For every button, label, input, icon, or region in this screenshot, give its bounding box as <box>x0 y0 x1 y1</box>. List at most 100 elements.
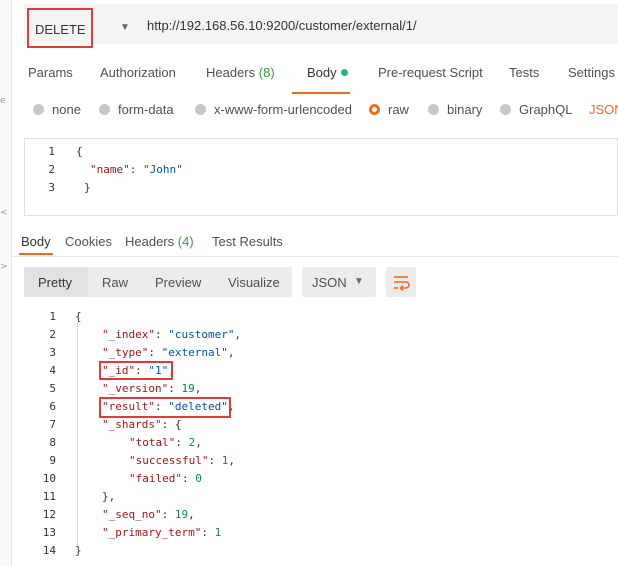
request-body-editor[interactable]: 1 2 3 { "name": "John" } <box>24 138 618 216</box>
json-number: 19 <box>174 508 189 521</box>
tab-authorization[interactable]: Authorization <box>100 65 176 80</box>
tab-response-headers[interactable]: Headers (4) <box>125 234 194 249</box>
line-number: 7 <box>49 418 56 431</box>
code-line: "_seq_no": 19, <box>102 508 195 521</box>
json-key: "_version" <box>102 382 169 395</box>
json-key: "failed" <box>129 472 182 485</box>
json-key: "_seq_no" <box>102 508 162 521</box>
active-response-tab-indicator <box>19 253 53 255</box>
url-input[interactable]: http://192.168.56.10:9200/customer/exter… <box>147 18 417 33</box>
tab-tests[interactable]: Tests <box>509 65 539 80</box>
json-key: "_index" <box>102 328 155 341</box>
radio-circle-icon <box>500 104 511 115</box>
response-body-viewer[interactable]: 1 2 3 4 5 6 7 8 9 10 11 12 13 14 { "_ind… <box>12 306 618 566</box>
json-key: "total" <box>129 436 176 449</box>
radio-urlencoded-label: x-www-form-urlencoded <box>214 102 352 117</box>
radio-raw[interactable]: raw <box>369 102 409 117</box>
line-number: 3 <box>48 181 55 194</box>
wrap-lines-icon <box>394 276 410 292</box>
format-label: JSON <box>312 275 347 290</box>
wrap-lines-button[interactable] <box>386 267 416 297</box>
code-line: "_shards": { <box>102 418 182 431</box>
radio-binary-label: binary <box>447 102 483 117</box>
view-mode-group: Pretty Raw Preview Visualize <box>24 267 292 297</box>
radio-urlencoded[interactable]: x-www-form-urlencoded <box>195 102 352 117</box>
code-line: "name": "John" <box>90 163 183 176</box>
id-highlight-box <box>99 361 173 380</box>
radio-circle-icon <box>428 104 439 115</box>
line-number: 5 <box>49 382 56 395</box>
tab-response-headers-label: Headers <box>125 234 175 249</box>
code-line: "_index": "customer", <box>102 328 242 341</box>
json-number: 1 <box>221 454 229 467</box>
sidebar-edge-mark: e <box>0 96 6 106</box>
active-tab-indicator <box>292 92 350 94</box>
tab-prerequest-script[interactable]: Pre-request Script <box>378 65 483 80</box>
code-brace: { <box>174 418 182 431</box>
code-line: "_version": 19, <box>102 382 202 395</box>
radio-selected-icon <box>369 104 380 115</box>
code-brace: }, <box>102 490 116 503</box>
line-number: 12 <box>42 508 56 521</box>
result-highlight-box <box>99 397 231 418</box>
collapse-left-icon[interactable]: < <box>0 208 8 218</box>
line-number: 11 <box>42 490 56 503</box>
chevron-down-icon[interactable]: ▼ <box>120 22 130 33</box>
json-string: "customer" <box>168 328 235 341</box>
line-number: 2 <box>49 328 56 341</box>
method-label: DELETE <box>35 22 86 37</box>
chevron-down-icon: ▼ <box>354 276 364 287</box>
tab-body-label: Body <box>307 65 337 80</box>
raw-format-select[interactable]: JSON <box>589 102 618 117</box>
line-number: 6 <box>49 400 56 413</box>
json-key: "_shards" <box>102 418 162 431</box>
line-number: 14 <box>42 544 56 557</box>
json-key: "name" <box>90 163 130 176</box>
code-line: "failed": 0 <box>129 472 202 485</box>
line-number: 8 <box>49 436 56 449</box>
headers-count: (8) <box>258 65 275 80</box>
modified-dot-icon <box>340 69 348 76</box>
json-number: 1 <box>214 526 222 539</box>
sidebar-edge: e < > <box>0 0 12 566</box>
json-number: 0 <box>195 472 202 485</box>
line-number: 9 <box>49 454 56 467</box>
divider <box>12 256 618 257</box>
expand-right-icon[interactable]: > <box>0 262 8 272</box>
visualize-button[interactable]: Visualize <box>228 275 280 290</box>
tab-cookies[interactable]: Cookies <box>65 234 112 249</box>
json-string: "external" <box>161 346 228 359</box>
code-brace: } <box>75 544 82 557</box>
line-number: 1 <box>48 145 55 158</box>
response-format-select[interactable]: JSON ▼ <box>302 267 376 297</box>
tab-response-body[interactable]: Body <box>21 234 51 249</box>
radio-none[interactable]: none <box>33 102 81 117</box>
line-number: 3 <box>49 346 56 359</box>
radio-graphql[interactable]: GraphQL <box>500 102 572 117</box>
json-string: "John" <box>143 163 183 176</box>
radio-circle-icon <box>195 104 206 115</box>
tab-test-results[interactable]: Test Results <box>212 234 283 249</box>
json-key: "_primary_term" <box>102 526 202 539</box>
preview-button[interactable]: Preview <box>155 275 201 290</box>
tab-headers[interactable]: Headers (8) <box>206 65 275 80</box>
radio-form-data[interactable]: form-data <box>99 102 174 117</box>
code-line: "_primary_term": 1 <box>102 526 222 539</box>
code-line: "successful": 1, <box>129 454 235 467</box>
radio-binary[interactable]: binary <box>428 102 482 117</box>
tab-body[interactable]: Body <box>307 65 348 80</box>
radio-none-label: none <box>52 102 81 117</box>
code-line: "_type": "external", <box>102 346 235 359</box>
tab-settings[interactable]: Settings <box>568 65 615 80</box>
json-number: 19 <box>181 382 195 395</box>
response-headers-count: (4) <box>177 234 194 249</box>
json-number: 2 <box>188 436 196 449</box>
radio-circle-icon <box>33 104 44 115</box>
tab-params[interactable]: Params <box>28 65 73 80</box>
method-select[interactable]: DELETE <box>27 8 93 48</box>
radio-raw-label: raw <box>388 102 409 117</box>
code-brace: { <box>76 145 83 158</box>
pretty-button[interactable]: Pretty <box>38 275 72 290</box>
raw-button[interactable]: Raw <box>102 275 128 290</box>
radio-graphql-label: GraphQL <box>519 102 573 117</box>
